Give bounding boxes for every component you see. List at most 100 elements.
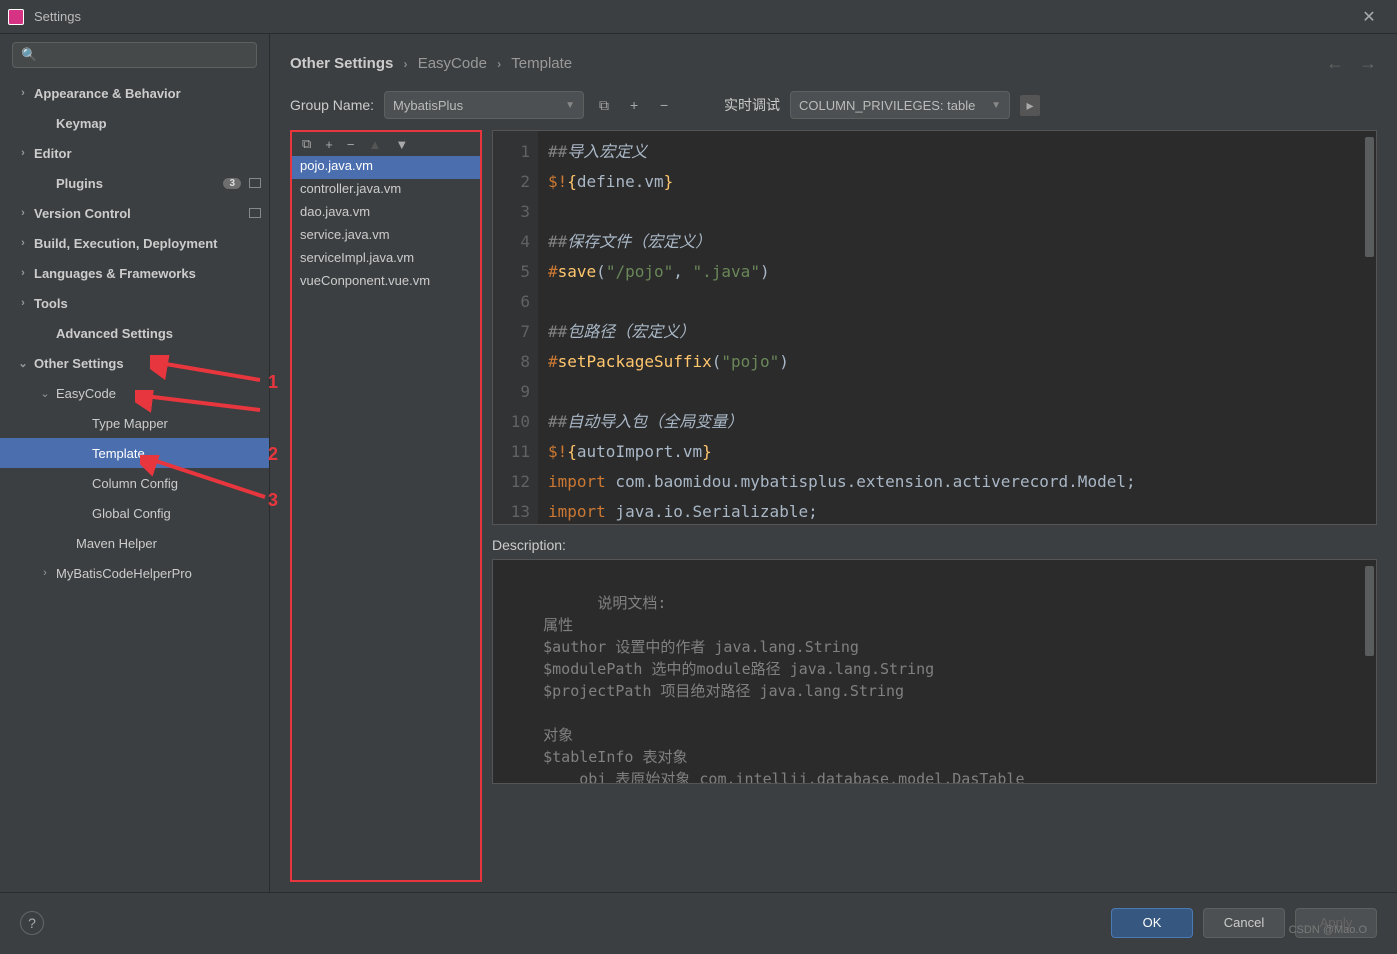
editor-scrollbar[interactable] [1365,137,1374,257]
settings-sidebar: › Appearance & Behavior Keymap › Editor Plugi… [0,34,270,892]
sidebar-item-label: Plugins [56,176,103,191]
breadcrumb-2: EasyCode [418,55,487,72]
code-content: ##导入宏定义$!{define.vm}##保存文件（宏定义）#save("/p… [538,131,1376,524]
code-editor[interactable]: 12345678910111213 ##导入宏定义$!{define.vm}##… [492,130,1377,525]
chevron-down-icon: ▼ [565,100,575,111]
line-gutter: 12345678910111213 [493,131,538,524]
remove-icon[interactable]: − [654,97,674,113]
sidebar-item-label: Editor [34,146,72,161]
sidebar-item-label: Languages & Frameworks [34,266,196,281]
breadcrumb-1: Other Settings [290,55,393,72]
chevron-icon: › [16,207,30,219]
apply-button[interactable]: Apply [1295,908,1377,938]
template-item[interactable]: controller.java.vm [292,179,480,202]
project-icon [249,178,261,188]
realtime-value: COLUMN_PRIVILEGES: table [799,98,975,113]
project-icon [249,208,261,218]
description-scrollbar[interactable] [1365,566,1374,656]
sidebar-item-label: Global Config [92,506,171,521]
chevron-icon: ⌄ [16,357,30,370]
group-name-value: MybatisPlus [393,98,463,113]
app-icon [8,9,24,25]
sidebar-item-other-settings[interactable]: ⌄ Other Settings [0,348,269,378]
template-list-panel: ⧉ + − ▲ ▼ pojo.java.vmcontroller.java.vm… [290,130,482,882]
sidebar-item-label: Keymap [56,116,107,131]
sidebar-item-label: Template [92,446,145,461]
chevron-down-icon: ▼ [991,100,1001,111]
add-icon[interactable]: + [325,137,333,152]
sidebar-item-label: Version Control [34,206,131,221]
sidebar-item-languages-frameworks[interactable]: › Languages & Frameworks [0,258,269,288]
sidebar-item-type-mapper[interactable]: Type Mapper [0,408,269,438]
sidebar-item-easycode[interactable]: ⌄ EasyCode [0,378,269,408]
template-item[interactable]: service.java.vm [292,225,480,248]
sidebar-item-template[interactable]: Template [0,438,269,468]
sidebar-item-label: Advanced Settings [56,326,173,341]
template-item[interactable]: dao.java.vm [292,202,480,225]
chevron-icon: › [16,87,30,99]
sidebar-item-label: EasyCode [56,386,116,401]
group-name-select[interactable]: MybatisPlus ▼ [384,91,584,119]
chevron-icon: › [16,147,30,159]
dialog-footer: ? OK Cancel Apply [0,892,1397,952]
chevron-icon: › [38,567,52,579]
sidebar-item-build-execution-deployment[interactable]: › Build, Execution, Deployment [0,228,269,258]
cancel-button[interactable]: Cancel [1203,908,1285,938]
description-label: Description: [492,537,1377,553]
help-button[interactable]: ? [20,911,44,935]
chevron-icon: › [16,237,30,249]
breadcrumb: Other Settings › EasyCode › Template [290,55,572,72]
sidebar-item-plugins[interactable]: Plugins 3 [0,168,269,198]
nav-forward-icon[interactable]: → [1359,53,1377,73]
window-title: Settings [34,9,1349,24]
chevron-icon: ⌄ [38,387,52,400]
annotation-3: 3 [268,490,278,511]
chevron-icon: › [16,267,30,279]
move-up-icon[interactable]: ▲ [368,137,381,152]
realtime-label: 实时调试 [724,95,780,115]
realtime-select[interactable]: COLUMN_PRIVILEGES: table ▼ [790,91,1010,119]
template-item[interactable]: vueConponent.vue.vm [292,271,480,294]
sidebar-item-label: Type Mapper [92,416,168,431]
template-item[interactable]: pojo.java.vm [292,156,480,179]
nav-back-icon[interactable]: ← [1326,53,1344,73]
sidebar-item-mybatiscodehelperpro[interactable]: › MyBatisCodeHelperPro [0,558,269,588]
remove-icon[interactable]: − [347,137,355,152]
group-toolbar: Group Name: MybatisPlus ▼ ⧉ + − 实时调试 COL… [270,80,1397,130]
count-badge: 3 [223,178,241,189]
sidebar-item-version-control[interactable]: › Version Control [0,198,269,228]
add-icon[interactable]: + [624,97,644,113]
sidebar-item-label: Maven Helper [76,536,157,551]
copy-icon[interactable]: ⧉ [594,97,614,114]
sidebar-item-label: Tools [34,296,68,311]
sidebar-item-label: MyBatisCodeHelperPro [56,566,192,581]
breadcrumb-3: Template [511,55,572,72]
run-icon[interactable]: ▸ [1020,95,1040,116]
group-name-label: Group Name: [290,97,374,113]
sidebar-item-label: Column Config [92,476,178,491]
sidebar-item-label: Build, Execution, Deployment [34,236,217,251]
chevron-icon: › [16,297,30,309]
search-input[interactable] [12,42,257,68]
sidebar-item-column-config[interactable]: Column Config [0,468,269,498]
move-down-icon[interactable]: ▼ [395,137,408,152]
sidebar-item-label: Appearance & Behavior [34,86,181,101]
sidebar-item-appearance-behavior[interactable]: › Appearance & Behavior [0,78,269,108]
copy-icon[interactable]: ⧉ [302,136,311,152]
close-icon[interactable]: ✕ [1349,7,1389,27]
sidebar-item-advanced-settings[interactable]: Advanced Settings [0,318,269,348]
ok-button[interactable]: OK [1111,908,1193,938]
sidebar-item-keymap[interactable]: Keymap [0,108,269,138]
titlebar: Settings ✕ [0,0,1397,34]
settings-tree: › Appearance & Behavior Keymap › Editor Plugi… [0,78,269,588]
sidebar-item-maven-helper[interactable]: Maven Helper [0,528,269,558]
sidebar-item-editor[interactable]: › Editor [0,138,269,168]
description-text: 说明文档: 属性 $author 设置中的作者 java.lang.String… [507,594,1025,784]
annotation-2: 2 [268,444,278,465]
sidebar-item-global-config[interactable]: Global Config [0,498,269,528]
template-item[interactable]: serviceImpl.java.vm [292,248,480,271]
description-box[interactable]: 说明文档: 属性 $author 设置中的作者 java.lang.String… [492,559,1377,784]
sidebar-item-tools[interactable]: › Tools [0,288,269,318]
sidebar-item-label: Other Settings [34,356,124,371]
annotation-1: 1 [268,372,278,393]
